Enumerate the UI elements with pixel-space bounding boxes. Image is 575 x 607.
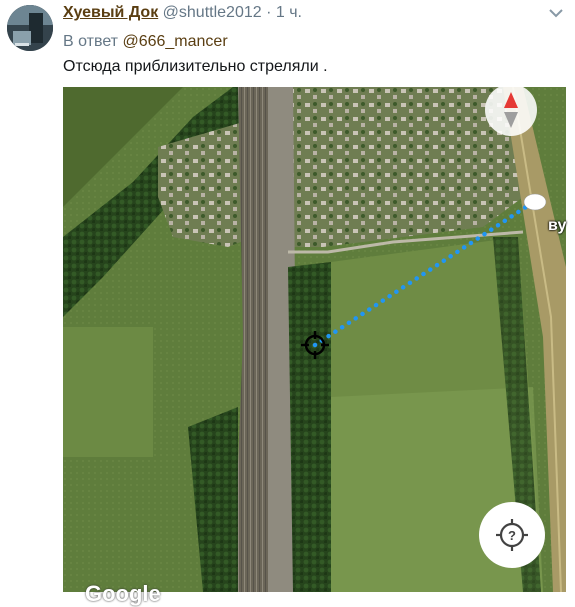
separator-dot: · <box>266 4 272 21</box>
tweet-text: Отсюда приблизительно стреляли . <box>63 58 328 75</box>
tweet-header: Хуевый Док @shuttle2012 · 1 ч. <box>63 3 302 23</box>
satellite-map: ? <box>63 87 566 592</box>
map-image[interactable]: ? <box>63 87 566 592</box>
forest-strip <box>288 262 331 592</box>
svg-text:?: ? <box>508 528 516 543</box>
avatar-image <box>7 5 53 51</box>
author-name[interactable]: Хуевый Док <box>63 4 158 21</box>
location-marker[interactable] <box>523 193 547 211</box>
field-left <box>63 327 153 457</box>
avatar[interactable] <box>7 5 53 51</box>
reply-context: В ответ @666_mancer <box>63 33 228 51</box>
author-handle[interactable]: @shuttle2012 <box>163 4 262 21</box>
road-label: ву <box>548 217 567 234</box>
crosshair-question-icon[interactable]: ? <box>479 502 545 568</box>
chevron-down-icon[interactable] <box>546 6 566 20</box>
google-watermark: Google <box>85 581 161 606</box>
tweet: Хуевый Док @shuttle2012 · 1 ч. В ответ @… <box>0 0 575 606</box>
reply-prefix: В ответ <box>63 33 119 50</box>
tweet-time[interactable]: 1 ч. <box>276 4 302 21</box>
reply-mention[interactable]: @666_mancer <box>122 33 227 50</box>
